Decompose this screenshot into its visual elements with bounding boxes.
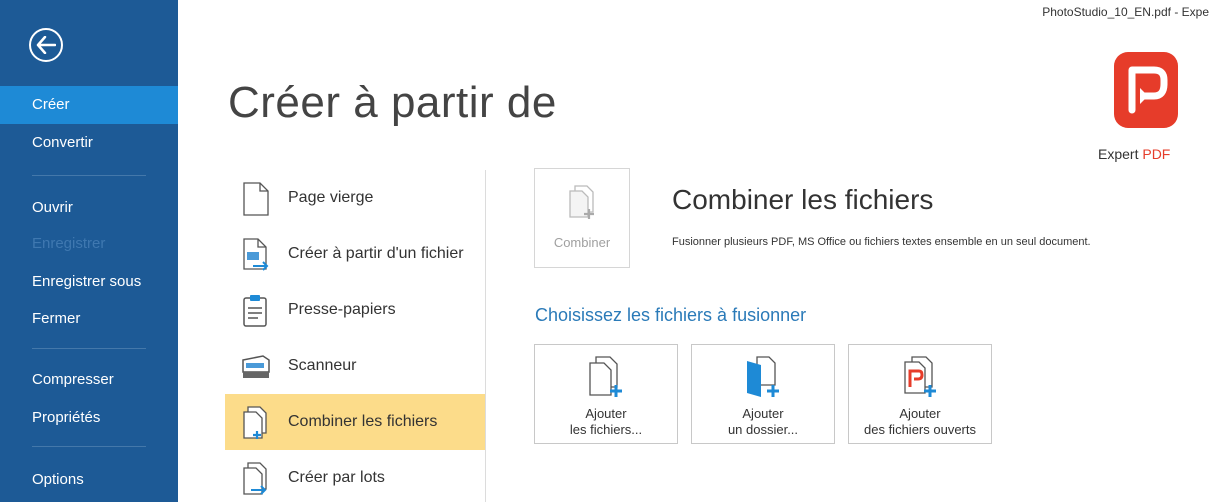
add-folder-icon: [747, 356, 779, 397]
sidebar-item-enregistrer-sous[interactable]: Enregistrer sous: [0, 263, 178, 301]
blank-page-icon: [243, 182, 269, 216]
expert-pdf-logo-icon: [1114, 52, 1178, 128]
clipboard-icon: [243, 295, 267, 327]
batch-create-icon: [243, 462, 267, 495]
page-title: Créer à partir de: [228, 78, 557, 127]
sidebar-item-proprietes[interactable]: Propriétés: [0, 399, 178, 437]
add-files-button[interactable]: Ajouter les fichiers...: [534, 344, 678, 444]
section-description: Fusionner plusieurs PDF, MS Office ou fi…: [672, 236, 1091, 248]
option-combine-files[interactable]: Combiner les fichiers: [225, 394, 485, 450]
back-arrow-icon[interactable]: [29, 28, 63, 62]
add-open-files-button[interactable]: Ajouter des fichiers ouverts: [848, 344, 992, 444]
add-open-files-icon: [904, 356, 936, 397]
sidebar-separator: [32, 446, 146, 447]
option-batch-create[interactable]: Créer par lots: [225, 450, 485, 502]
sidebar-item-fermer[interactable]: Fermer: [0, 300, 178, 338]
combine-button[interactable]: Combiner: [534, 168, 630, 268]
sidebar: Créer Convertir Ouvrir Enregistrer Enreg…: [0, 0, 178, 502]
from-file-icon: [243, 238, 269, 271]
sidebar-separator: [32, 348, 146, 349]
add-folder-button[interactable]: Ajouter un dossier...: [691, 344, 835, 444]
choose-files-heading: Choisissez les fichiers à fusionner: [535, 305, 807, 325]
sidebar-item-options[interactable]: Options: [0, 461, 178, 499]
sidebar-item-enregistrer: Enregistrer: [32, 235, 106, 252]
sidebar-item-ouvrir[interactable]: Ouvrir: [0, 189, 178, 227]
panel-divider: [485, 170, 486, 502]
app-logo: Expert PDF: [1098, 52, 1182, 164]
combine-files-icon: [243, 406, 267, 439]
option-blank-page[interactable]: Page vierge: [225, 170, 485, 226]
combine-files-icon: [569, 185, 594, 219]
option-scanner[interactable]: Scanneur: [225, 338, 485, 394]
sidebar-item-creer[interactable]: Créer: [0, 86, 178, 124]
scanner-icon: [242, 355, 270, 378]
sidebar-item-convertir[interactable]: Convertir: [0, 124, 178, 162]
create-options-list: Page vierge Créer à partir d'un fichier …: [225, 170, 485, 502]
add-files-icon: [589, 356, 622, 397]
section-title: Combiner les fichiers: [672, 184, 934, 215]
sidebar-item-compresser[interactable]: Compresser: [0, 361, 178, 399]
window-title: PhotoStudio_10_EN.pdf - Expe: [1042, 5, 1209, 19]
logo-text: Expert PDF: [1098, 146, 1171, 162]
sidebar-separator: [32, 175, 146, 176]
option-clipboard[interactable]: Presse-papiers: [225, 282, 485, 338]
option-from-file[interactable]: Créer à partir d'un fichier: [225, 226, 485, 282]
